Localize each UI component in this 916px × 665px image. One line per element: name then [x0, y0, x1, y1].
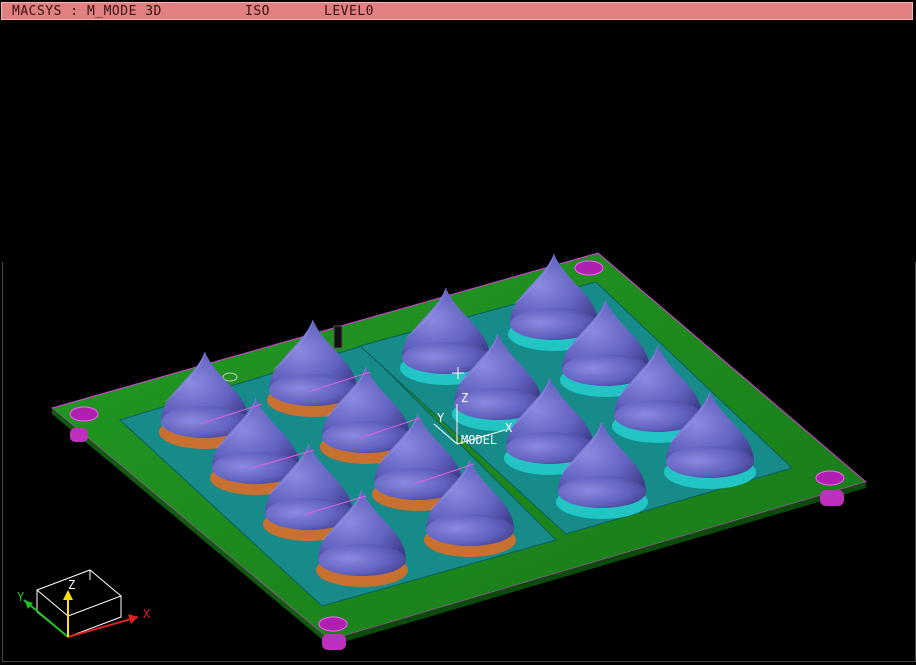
triad-y-label: Y	[17, 590, 25, 604]
title-view: ISO	[245, 4, 270, 19]
triad-z-label: Z	[68, 578, 75, 592]
triad-x-label: X	[143, 607, 151, 621]
fixture-pin	[333, 325, 343, 349]
title-mode: MACSYS : M_MODE 3D	[12, 4, 162, 19]
axis-triad-icon[interactable]	[23, 569, 139, 638]
model-axis-z-label: Z	[461, 391, 468, 405]
model-axis-y-label: Y	[437, 411, 445, 425]
viewport-title-bar: MACSYS : M_MODE 3D ISO LEVEL0	[1, 2, 913, 20]
model-axis-name: MODEL	[461, 433, 497, 447]
cad-viewport[interactable]: Z Y X MODEL Z Y X	[0, 22, 916, 665]
title-level: LEVEL0	[324, 4, 374, 19]
model-axis-x-label: X	[505, 421, 513, 435]
